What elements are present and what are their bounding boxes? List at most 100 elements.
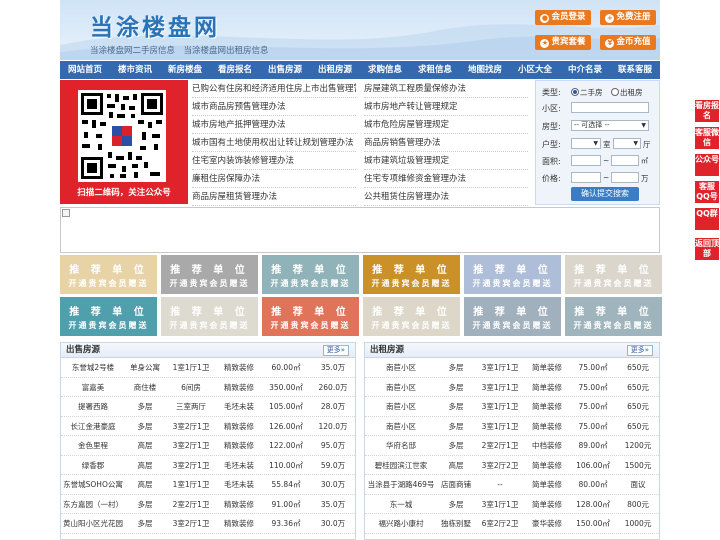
side-viewing-signup[interactable]: 看房报名 bbox=[695, 100, 719, 122]
recommended-unit-tile[interactable]: 推 荐 单 位开通贵宾会员赠送 bbox=[565, 255, 662, 294]
area-max-input[interactable] bbox=[611, 155, 639, 166]
side-official-account[interactable]: 公众号 bbox=[695, 154, 719, 176]
nav-item-communities[interactable]: 小区大全 bbox=[510, 61, 560, 79]
recommended-unit-tile[interactable]: 推 荐 单 位开通贵宾会员赠送 bbox=[363, 297, 460, 336]
table-row[interactable]: 福兴路小康村 独栋别墅 6室2厅2卫 豪华装修 150.00㎡ 1000元 bbox=[365, 514, 659, 534]
cell-community[interactable]: 当涂县于湖路469号 bbox=[365, 475, 437, 494]
price-min-input[interactable] bbox=[571, 172, 601, 183]
housetype-select[interactable]: -- 可选择 -- ▼ bbox=[571, 120, 649, 131]
table-row[interactable]: 当涂县于湖路469号 店面商铺 -- 简单装修 80.00㎡ 面议 bbox=[365, 475, 659, 495]
cell-community[interactable]: 黄山阳小区光花园 bbox=[61, 514, 125, 533]
type-radio-rent[interactable]: 出租房 bbox=[611, 87, 643, 98]
recommended-unit-tile[interactable]: 推 荐 单 位开通贵宾会员赠送 bbox=[60, 297, 157, 336]
table-row[interactable]: 黄山阳小区光花园 多层 3室2厅1卫 精致装修 93.36㎡ 30.0万 bbox=[61, 514, 355, 534]
policy-link[interactable]: 已购公有住房和经济适用住房上市出售管理暂 bbox=[192, 80, 356, 98]
table-row[interactable]: 东誉城SOHO公寓 高层 1室1厅1卫 毛坯未装 55.84㎡ 30.0万 bbox=[61, 475, 355, 495]
recommended-unit-tile[interactable]: 推 荐 单 位开通贵宾会员赠送 bbox=[161, 255, 258, 294]
nav-item-viewing-signup[interactable]: 看房报名 bbox=[210, 61, 260, 79]
vip-package-button[interactable]: ★ 贵宾套餐 bbox=[535, 35, 591, 50]
table-row[interactable]: 金色里程 高层 3室2厅1卫 精致装修 122.00㎡ 95.0万 bbox=[61, 436, 355, 456]
hall-select[interactable]: ▼ bbox=[613, 138, 641, 149]
register-button[interactable]: + 免费注册 bbox=[600, 10, 656, 25]
cell-community[interactable]: 南苣小区 bbox=[365, 417, 437, 436]
cell-community[interactable]: 南苣小区 bbox=[365, 358, 437, 377]
nav-item-map[interactable]: 地图找房 bbox=[460, 61, 510, 79]
login-button[interactable]: ● 会员登录 bbox=[535, 10, 591, 25]
table-row[interactable]: 富嘉美 商住楼 6间房 精致装修 350.00㎡ 260.0万 bbox=[61, 378, 355, 397]
policy-link[interactable]: 商品房屋租赁管理办法 bbox=[192, 188, 356, 206]
table-row[interactable]: 东方嘉园（一村） 多层 2室2厅1卫 精致装修 91.00㎡ 35.0万 bbox=[61, 495, 355, 514]
policy-link[interactable]: 城市房地产转让管理规定 bbox=[364, 98, 528, 116]
cell-community[interactable]: 福兴路小康村 bbox=[365, 514, 437, 533]
table-row[interactable]: 南苣小区 多层 3室1厅1卫 简单装修 75.00㎡ 650元 bbox=[365, 378, 659, 397]
table-row[interactable]: 华府名邸 多层 2室2厅1卫 中档装修 89.00㎡ 1200元 bbox=[365, 436, 659, 456]
site-logo[interactable]: 当涂楼盘网 bbox=[90, 8, 220, 42]
policy-link[interactable]: 住宅室内装饰装修管理办法 bbox=[192, 152, 356, 170]
room-select[interactable]: ▼ bbox=[571, 138, 601, 149]
policy-link[interactable]: 城市房地产抵押管理办法 bbox=[192, 116, 356, 134]
nav-item-want-buy[interactable]: 求购信息 bbox=[360, 61, 410, 79]
recommended-unit-tile[interactable]: 推 荐 单 位开通贵宾会员赠送 bbox=[363, 255, 460, 294]
price-max-input[interactable] bbox=[611, 172, 639, 183]
cell-community[interactable]: 长江金港豪庭 bbox=[61, 417, 125, 436]
recommended-unit-tile[interactable]: 推 荐 单 位开通贵宾会员赠送 bbox=[464, 297, 561, 336]
nav-item-home[interactable]: 网站首页 bbox=[60, 61, 110, 79]
policy-link[interactable]: 商品房销售管理办法 bbox=[364, 134, 528, 152]
cell-community[interactable]: 富嘉美 bbox=[61, 378, 125, 397]
nav-item-want-rent[interactable]: 求租信息 bbox=[410, 61, 460, 79]
nav-item-new-homes[interactable]: 新房楼盘 bbox=[160, 61, 210, 79]
cell-community[interactable]: 东方嘉园（一村） bbox=[61, 495, 125, 514]
cell-community[interactable]: 正元香榭城 bbox=[61, 534, 125, 540]
table-row[interactable]: 东誉城2号楼 单身公寓 1室1厅1卫 精致装修 60.00㎡ 35.0万 bbox=[61, 358, 355, 378]
rent-more-link[interactable]: 更多» bbox=[626, 345, 653, 356]
cell-community[interactable]: 提署西路 bbox=[61, 397, 125, 416]
coin-recharge-button[interactable]: ¥ 金币充值 bbox=[600, 35, 656, 50]
table-row[interactable]: 碧桂园滨江世家 高层 3室2厅2卫 简单装修 106.00㎡ 1500元 bbox=[365, 456, 659, 475]
nav-item-rent[interactable]: 出租房源 bbox=[310, 61, 360, 79]
table-row[interactable]: 安徽当涂城关世代华府高层3室2厅1卫简单装修120.00㎡1500元 bbox=[365, 534, 659, 540]
policy-link[interactable]: 房屋建筑工程质量保修办法 bbox=[364, 80, 528, 98]
recommended-unit-tile[interactable]: 推 荐 单 位开通贵宾会员赠送 bbox=[565, 297, 662, 336]
recommended-unit-tile[interactable]: 推 荐 单 位开通贵宾会员赠送 bbox=[262, 255, 359, 294]
policy-link[interactable]: 城市商品房预售管理办法 bbox=[192, 98, 356, 116]
cell-community[interactable]: 金色里程 bbox=[61, 436, 125, 455]
cell-community[interactable]: 安徽当涂城关世代华府 bbox=[365, 534, 437, 540]
policy-link[interactable]: 公共租赁住房管理办法 bbox=[364, 188, 528, 206]
table-row[interactable]: 南苣小区 多层 3室1厅1卫 简单装修 75.00㎡ 650元 bbox=[365, 397, 659, 417]
table-row[interactable]: 长江金港豪庭 多层 3室2厅1卫 精致装修 126.00㎡ 120.0万 bbox=[61, 417, 355, 436]
area-min-input[interactable] bbox=[571, 155, 601, 166]
table-row[interactable]: 南苣小区 多层 3室1厅1卫 简单装修 75.00㎡ 650元 bbox=[365, 358, 659, 378]
table-row[interactable]: 提署西路 多层 三室两厅 毛坯未装 105.00㎡ 28.0万 bbox=[61, 397, 355, 417]
recommended-unit-tile[interactable]: 推 荐 单 位开通贵宾会员赠送 bbox=[464, 255, 561, 294]
table-row[interactable]: 南苣小区 多层 3室1厅1卫 简单装修 75.00㎡ 650元 bbox=[365, 417, 659, 436]
cell-community[interactable]: 东誉城SOHO公寓 bbox=[61, 475, 125, 494]
cell-community[interactable]: 碧桂园滨江世家 bbox=[365, 456, 437, 475]
side-service-qq[interactable]: 客服QQ号 bbox=[695, 181, 719, 203]
nav-item-news[interactable]: 楼市资讯 bbox=[110, 61, 160, 79]
community-input[interactable] bbox=[571, 102, 649, 113]
ad-banner[interactable] bbox=[60, 207, 660, 253]
cell-community[interactable]: 华府名邸 bbox=[365, 436, 437, 455]
policy-link[interactable]: 城市建筑垃圾管理规定 bbox=[364, 152, 528, 170]
table-row[interactable]: 东一城 多层 3室1厅1卫 简单装修 128.00㎡ 800元 bbox=[365, 495, 659, 514]
type-radio-secondhand[interactable]: 二手房 bbox=[571, 87, 603, 98]
recommended-unit-tile[interactable]: 推 荐 单 位开通贵宾会员赠送 bbox=[262, 297, 359, 336]
policy-link[interactable]: 廉租住房保障办法 bbox=[192, 170, 356, 188]
table-row[interactable]: 绿香郡 高层 3室2厅1卫 毛坯未装 110.00㎡ 59.0万 bbox=[61, 456, 355, 475]
nav-item-agencies[interactable]: 中介名录 bbox=[560, 61, 610, 79]
cell-community[interactable]: 绿香郡 bbox=[61, 456, 125, 475]
side-back-to-top[interactable]: 返回顶部 bbox=[695, 238, 719, 260]
cell-community[interactable]: 南苣小区 bbox=[365, 397, 437, 416]
recommended-unit-tile[interactable]: 推 荐 单 位开通贵宾会员赠送 bbox=[161, 297, 258, 336]
side-service-wechat[interactable]: 客服微信 bbox=[695, 127, 719, 149]
policy-link[interactable]: 城市国有土地使用权出让转让规划管理办法 bbox=[192, 134, 356, 152]
table-row[interactable]: 正元香榭城多层2室1厅1卫精致装修89.00㎡28.8万 bbox=[61, 534, 355, 540]
nav-item-contact[interactable]: 联系客服 bbox=[610, 61, 660, 79]
side-qq-group[interactable]: QQ群 bbox=[695, 208, 719, 230]
cell-community[interactable]: 东誉城2号楼 bbox=[61, 358, 125, 377]
policy-link[interactable]: 城市危险房屋管理规定 bbox=[364, 116, 528, 134]
sale-more-link[interactable]: 更多» bbox=[322, 345, 349, 356]
recommended-unit-tile[interactable]: 推 荐 单 位开通贵宾会员赠送 bbox=[60, 255, 157, 294]
search-submit-button[interactable]: 确认提交搜索 bbox=[571, 187, 639, 201]
cell-community[interactable]: 东一城 bbox=[365, 495, 437, 514]
